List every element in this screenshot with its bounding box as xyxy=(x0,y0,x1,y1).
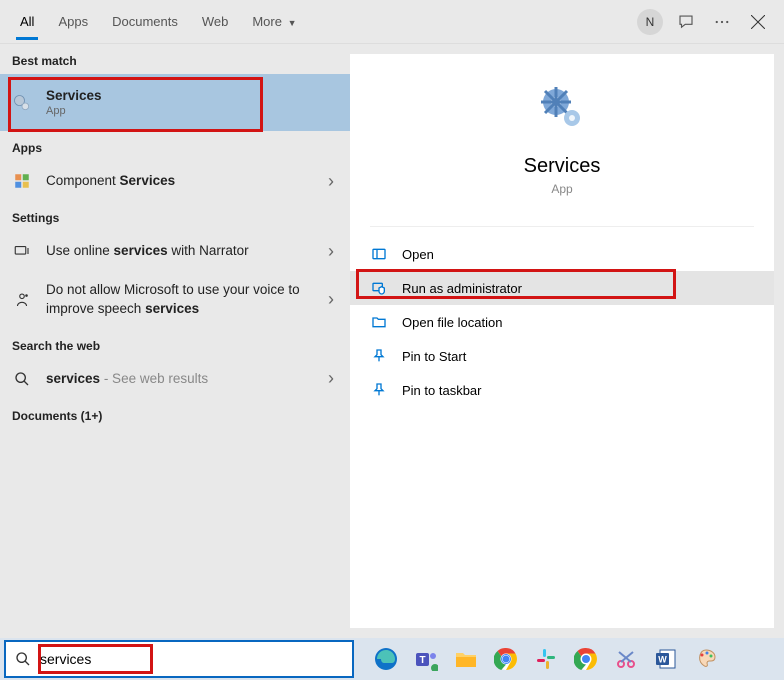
taskbar-chrome2-icon[interactable] xyxy=(568,641,604,677)
result-title: Component Services xyxy=(46,173,175,188)
taskbar-paint-icon[interactable] xyxy=(688,641,724,677)
admin-icon xyxy=(370,279,388,297)
result-component-services[interactable]: Component Services xyxy=(0,161,350,201)
result-title: Do not allow Microsoft to use your voice… xyxy=(46,282,300,316)
result-title: Use online services with Narrator xyxy=(46,243,249,258)
section-apps: Apps xyxy=(0,131,350,161)
open-icon xyxy=(370,245,388,263)
result-title: services - See web results xyxy=(46,371,208,386)
tabs-row: All Apps Documents Web More ▼ N xyxy=(0,0,784,44)
detail-pane: Services App Open Run as administrator O… xyxy=(350,54,774,628)
action-open-location[interactable]: Open file location xyxy=(350,305,774,339)
user-avatar[interactable]: N xyxy=(632,4,668,40)
taskbar-explorer-icon[interactable] xyxy=(448,641,484,677)
tab-more[interactable]: More ▼ xyxy=(240,4,308,39)
search-window: All Apps Documents Web More ▼ N Best mat… xyxy=(0,0,784,638)
tab-documents[interactable]: Documents xyxy=(100,4,190,39)
action-pin-taskbar[interactable]: Pin to taskbar xyxy=(350,373,774,407)
result-best-match[interactable]: Services App xyxy=(0,74,350,131)
section-documents: Documents (1+) xyxy=(0,399,350,429)
taskbar-word-icon[interactable]: W xyxy=(648,641,684,677)
action-run-admin[interactable]: Run as administrator xyxy=(350,271,774,305)
close-icon[interactable] xyxy=(740,4,776,40)
pin-taskbar-icon xyxy=(370,381,388,399)
section-best-match: Best match xyxy=(0,44,350,74)
result-speech-services[interactable]: Do not allow Microsoft to use your voice… xyxy=(0,271,350,329)
action-open[interactable]: Open xyxy=(350,237,774,271)
tab-apps[interactable]: Apps xyxy=(46,4,100,39)
result-narrator-services[interactable]: Use online services with Narrator xyxy=(0,231,350,271)
search-icon xyxy=(12,369,32,389)
component-services-icon xyxy=(12,171,32,191)
results-pane: Best match Services App Apps Component S… xyxy=(0,44,350,638)
action-pin-start[interactable]: Pin to Start xyxy=(350,339,774,373)
result-web-services[interactable]: services - See web results xyxy=(0,359,350,399)
folder-icon xyxy=(370,313,388,331)
pin-start-icon xyxy=(370,347,388,365)
result-subtitle: App xyxy=(46,105,338,117)
tab-all[interactable]: All xyxy=(8,4,46,39)
svg-text:W: W xyxy=(658,655,667,665)
chevron-down-icon: ▼ xyxy=(288,18,297,28)
detail-subtitle: App xyxy=(350,182,774,196)
taskbar-slack-icon[interactable] xyxy=(528,641,564,677)
svg-text:T: T xyxy=(419,655,425,666)
narrator-icon xyxy=(12,241,32,261)
taskbar-edge-icon[interactable] xyxy=(368,641,404,677)
taskbar-chrome-icon[interactable] xyxy=(488,641,524,677)
taskbar-teams-icon[interactable]: T xyxy=(408,641,444,677)
taskbar-search[interactable] xyxy=(4,640,354,678)
services-icon xyxy=(12,93,32,113)
detail-icon xyxy=(350,54,774,147)
speech-icon xyxy=(12,290,32,310)
search-icon xyxy=(6,651,40,667)
section-web: Search the web xyxy=(0,329,350,359)
more-options-icon[interactable] xyxy=(704,4,740,40)
section-settings: Settings xyxy=(0,201,350,231)
taskbar-snip-icon[interactable] xyxy=(608,641,644,677)
search-input[interactable] xyxy=(40,642,352,676)
feedback-icon[interactable] xyxy=(668,4,704,40)
result-title: Services xyxy=(46,88,338,103)
detail-title: Services xyxy=(350,155,774,178)
taskbar: T W xyxy=(0,638,784,680)
tab-web[interactable]: Web xyxy=(190,4,241,39)
